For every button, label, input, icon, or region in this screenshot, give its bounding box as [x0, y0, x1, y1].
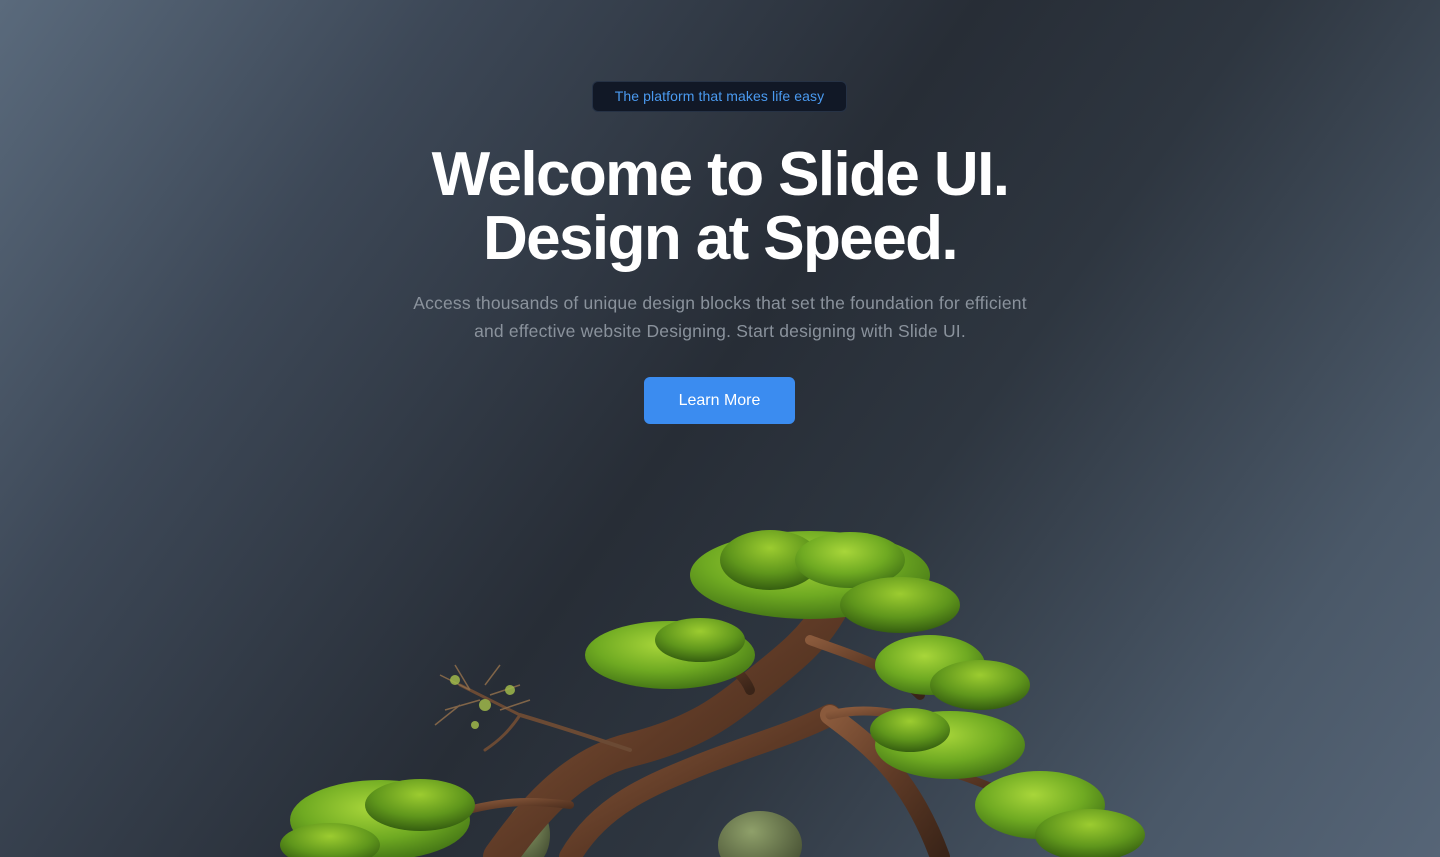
hero-subtitle: Access thousands of unique design blocks…: [360, 289, 1080, 345]
headline-line-1: Welcome to Slide UI.: [431, 140, 1010, 209]
hero-section: The platform that makes life easy Welcom…: [0, 0, 1440, 857]
bonsai-tree-image: [280, 530, 1145, 857]
hero-headline: Welcome to Slide UI. Design at Speed.: [320, 143, 1120, 271]
tagline-badge: The platform that makes life easy: [592, 81, 847, 112]
headline-line-2: Design at Speed.: [483, 204, 959, 273]
learn-more-button[interactable]: Learn More: [644, 377, 795, 424]
subtitle-line-2: and effective website Designing. Start d…: [474, 321, 966, 341]
subtitle-line-1: Access thousands of unique design blocks…: [413, 293, 1027, 313]
